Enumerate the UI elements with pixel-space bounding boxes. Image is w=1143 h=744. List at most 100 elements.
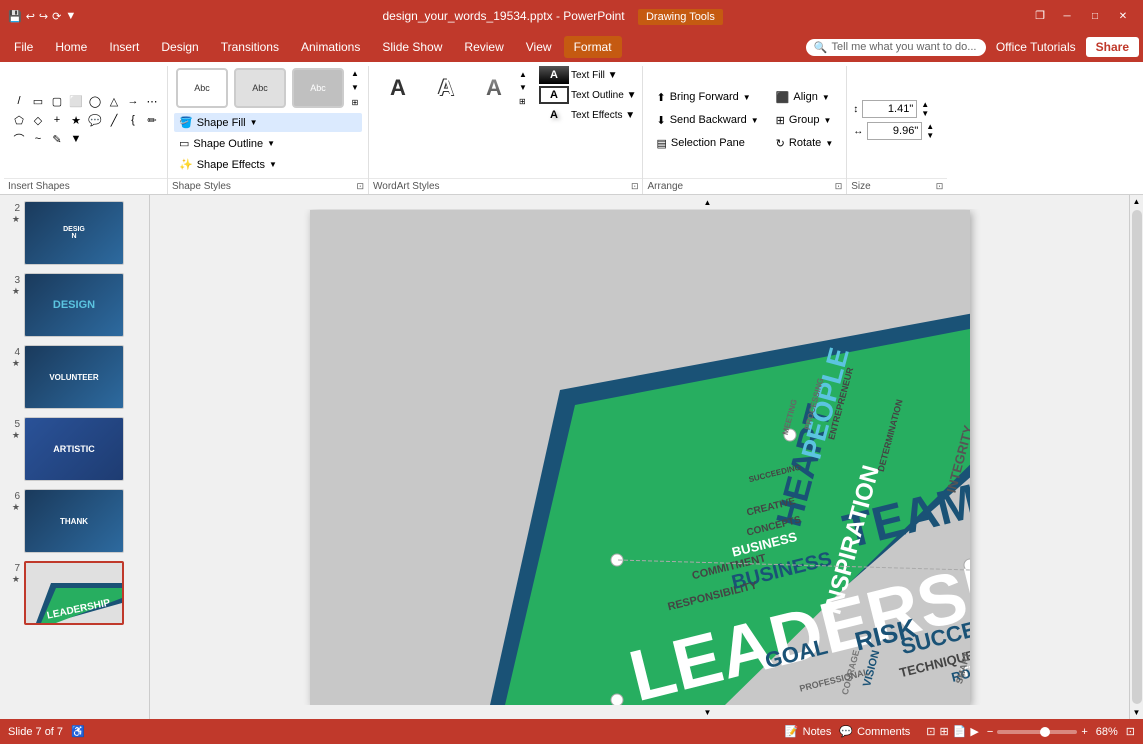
height-up[interactable]: ▲ <box>921 100 929 109</box>
menu-view[interactable]: View <box>516 36 562 58</box>
zoom-out-icon[interactable]: − <box>987 726 993 738</box>
shape-triangle[interactable]: △ <box>105 92 123 110</box>
shape-star[interactable]: ★ <box>67 111 85 129</box>
scroll-down-button[interactable]: ▼ <box>300 705 1115 719</box>
slideshow-button[interactable]: ▶ <box>970 725 978 738</box>
shape-more[interactable]: ⋯ <box>143 92 161 110</box>
bring-forward-dropdown[interactable]: ▼ <box>743 93 751 102</box>
close-button[interactable]: ✕ <box>1111 7 1135 25</box>
scroll-up-arrow[interactable]: ▲ <box>1133 197 1141 206</box>
shape-curve[interactable]: ⌒ <box>10 130 28 148</box>
shape-effects-dropdown[interactable]: ▼ <box>269 160 277 169</box>
menu-transitions[interactable]: Transitions <box>211 36 289 58</box>
notes-button[interactable]: 📝 Notes <box>785 725 831 738</box>
reading-view-button[interactable]: 📄 <box>953 725 967 738</box>
shape-outline-dropdown[interactable]: ▼ <box>267 139 275 148</box>
shape-rect[interactable]: ▭ <box>29 92 47 110</box>
shape-scribble[interactable]: ~ <box>29 130 47 148</box>
customize-icon[interactable]: ▼ <box>65 10 76 22</box>
zoom-track[interactable] <box>997 730 1077 734</box>
fit-button[interactable]: ⊡ <box>1126 725 1135 738</box>
arrange-expand[interactable]: ⊡ <box>835 181 843 192</box>
shape-cross[interactable]: + <box>48 111 66 129</box>
redo-icon[interactable]: ↪ <box>39 10 48 23</box>
shape-dropdown[interactable]: ▼ <box>67 130 85 148</box>
wordart-expand[interactable]: ⊡ <box>631 181 639 192</box>
shape-fill-button[interactable]: 🪣 Shape Fill ▼ <box>174 113 362 132</box>
scroll-down-arrow[interactable]: ▼ <box>1133 708 1141 717</box>
maximize-button[interactable]: □ <box>1083 7 1107 25</box>
shape-line2[interactable]: ╱ <box>105 111 123 129</box>
shape-freeform[interactable]: ✏ <box>143 111 161 129</box>
slide-thumb-6[interactable]: 6 ★ THANK <box>4 487 145 555</box>
menu-file[interactable]: File <box>4 36 43 58</box>
shape-snip[interactable]: ⬜ <box>67 92 85 110</box>
slide-img-4[interactable]: VOLUNTEER <box>24 345 124 409</box>
style-scroll[interactable]: ▲ ▼ ⊞ <box>348 66 362 110</box>
scroll-thumb[interactable] <box>1132 210 1142 704</box>
height-down[interactable]: ▼ <box>921 109 929 118</box>
shape-line[interactable]: / <box>10 92 28 110</box>
zoom-slider[interactable]: − + <box>987 726 1088 738</box>
shape-pentagon[interactable]: ⬠ <box>10 111 28 129</box>
wordart-solid[interactable]: A <box>377 68 419 108</box>
slide-img-3[interactable]: DESIGN <box>24 273 124 337</box>
minimize-button[interactable]: ─ <box>1055 7 1079 25</box>
shape-fill-dropdown[interactable]: ▼ <box>250 118 258 127</box>
group-dropdown[interactable]: ▼ <box>823 116 831 125</box>
width-spinner[interactable]: ▲ ▼ <box>926 122 934 140</box>
menu-design[interactable]: Design <box>151 36 208 58</box>
width-down[interactable]: ▼ <box>926 131 934 140</box>
shape-style-1[interactable]: Abc <box>176 68 228 108</box>
menu-animations[interactable]: Animations <box>291 36 370 58</box>
menu-format[interactable]: Format <box>564 36 622 58</box>
shape-diamond[interactable]: ◇ <box>29 111 47 129</box>
selection-pane-button[interactable]: ▤ Selection Pane <box>649 133 765 154</box>
shape-effects-button[interactable]: ✨ Shape Effects ▼ <box>174 155 362 174</box>
search-box[interactable]: 🔍 Tell me what you want to do... <box>806 39 986 56</box>
align-dropdown[interactable]: ▼ <box>822 93 830 102</box>
slide-sorter-button[interactable]: ⊞ <box>939 725 948 738</box>
zoom-in-icon[interactable]: + <box>1081 726 1087 738</box>
height-spinner[interactable]: ▲ ▼ <box>921 100 929 118</box>
slide-img-5[interactable]: ARTISTIC <box>24 417 124 481</box>
shape-callout[interactable]: 💬 <box>86 111 104 129</box>
normal-view-button[interactable]: ⊡ <box>926 725 935 738</box>
shape-style-2[interactable]: Abc <box>234 68 286 108</box>
share-button[interactable]: Share <box>1086 37 1139 57</box>
size-height-input[interactable] <box>862 100 917 118</box>
shape-styles-expand[interactable]: ⊡ <box>356 181 364 192</box>
slide-thumb-7[interactable]: 7 ★ LEADERSHIP <box>4 559 145 627</box>
repeat-icon[interactable]: ⟳ <box>52 10 61 23</box>
rotate-button[interactable]: ↻ Rotate ▼ <box>769 133 841 154</box>
restore-icon[interactable]: ❐ <box>1029 7 1051 25</box>
slide-thumb-2[interactable]: 2 ★ DESIGN <box>4 199 145 267</box>
slide-thumb-5[interactable]: 5 ★ ARTISTIC <box>4 415 145 483</box>
office-tutorials-link[interactable]: Office Tutorials <box>988 36 1084 58</box>
shape-oval[interactable]: ◯ <box>86 92 104 110</box>
shape-brace[interactable]: { <box>124 111 142 129</box>
shape-arrow[interactable]: → <box>124 92 142 110</box>
comments-button[interactable]: 💬 Comments <box>839 725 910 738</box>
wordart-scroll[interactable]: ▲ ▼ ⊞ <box>519 68 531 108</box>
menu-insert[interactable]: Insert <box>99 36 149 58</box>
size-expand[interactable]: ⊡ <box>936 181 944 192</box>
group-button[interactable]: ⊞ Group ▼ <box>769 110 841 131</box>
slide-canvas[interactable]: LEADERSHIP TEAMWORK HEART PEOPLE INSPIRA… <box>310 210 970 705</box>
send-backward-button[interactable]: ⬇ Send Backward ▼ <box>649 110 765 131</box>
wordart-gradient[interactable]: A <box>473 68 515 108</box>
right-scrollbar[interactable]: ▲ ▼ <box>1129 195 1143 719</box>
send-backward-dropdown[interactable]: ▼ <box>751 116 759 125</box>
menu-slideshow[interactable]: Slide Show <box>372 36 452 58</box>
save-icon[interactable]: 💾 <box>8 10 22 23</box>
align-button[interactable]: ⬛ Align ▼ <box>769 87 841 108</box>
shape-edit[interactable]: ✎ <box>48 130 66 148</box>
shape-rounded-rect[interactable]: ▢ <box>48 92 66 110</box>
slide-img-7[interactable]: LEADERSHIP <box>24 561 124 625</box>
rotate-dropdown[interactable]: ▼ <box>825 139 833 148</box>
slide-thumb-3[interactable]: 3 ★ DESIGN <box>4 271 145 339</box>
bring-forward-button[interactable]: ⬆ Bring Forward ▼ <box>649 87 765 108</box>
scroll-up-button[interactable]: ▲ <box>300 195 1115 209</box>
menu-review[interactable]: Review <box>454 36 513 58</box>
size-width-input[interactable] <box>867 122 922 140</box>
